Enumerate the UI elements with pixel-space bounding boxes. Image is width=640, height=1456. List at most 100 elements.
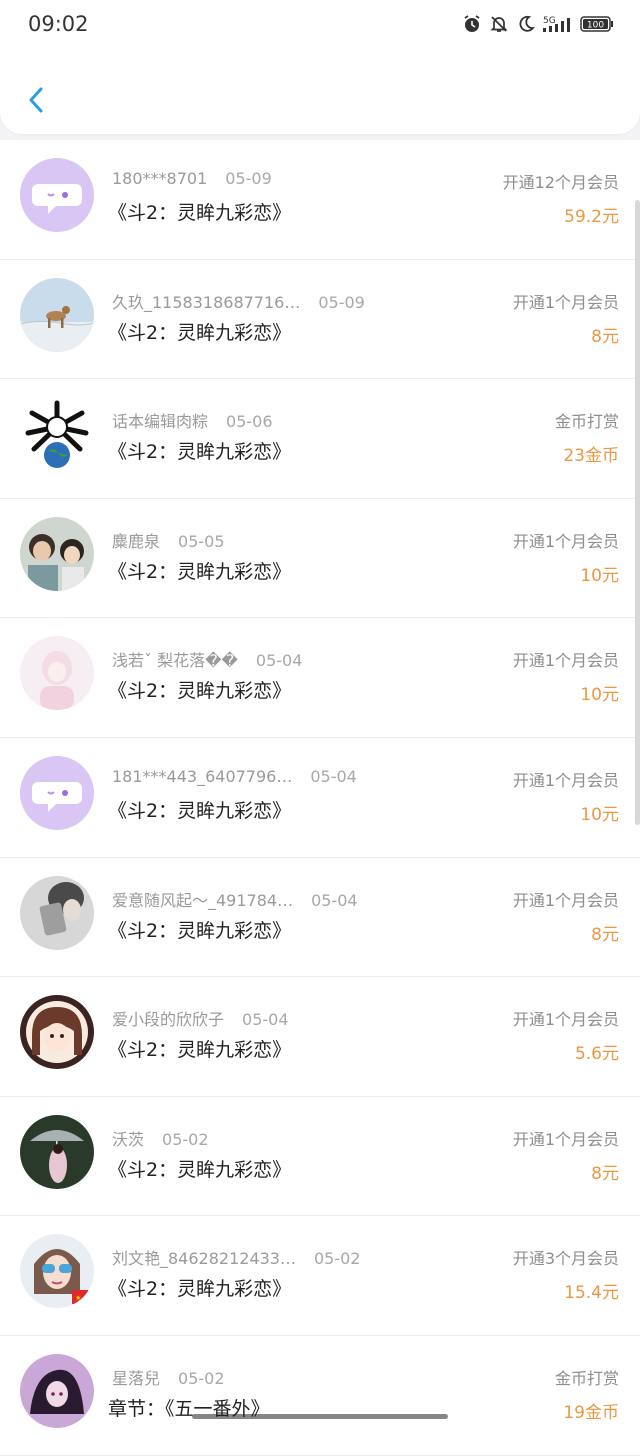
record-amount: 8元 xyxy=(591,924,619,945)
book-title: 《斗2：灵眸九彩恋》 xyxy=(108,1158,292,1181)
record-date: 05-09 xyxy=(225,169,272,188)
username: 180***8701 xyxy=(112,169,208,188)
username: 刘文艳_84628212433… xyxy=(112,1249,296,1269)
record-amount: 15.4元 xyxy=(564,1283,619,1304)
default-chat-avatar-icon xyxy=(20,755,94,830)
list-item[interactable]: 浅若ˇ 梨花落�� 05-04 《斗2：灵眸九彩恋》 开通1个月会员 10元 xyxy=(0,618,640,738)
record-date: 05-02 xyxy=(313,1249,361,1269)
record-action: 开通1个月会员 xyxy=(512,1129,619,1149)
record-action: 开通1个月会员 xyxy=(512,1010,619,1030)
record-amount: 5.6元 xyxy=(574,1044,619,1065)
username: 麋鹿泉 xyxy=(112,531,161,551)
record-date: 05-05 xyxy=(178,531,225,551)
book-title: 《斗2：灵眸九彩恋》 xyxy=(108,1278,292,1301)
username: 爱意随风起～_491784… xyxy=(112,890,294,910)
list-item[interactable]: 麋鹿泉 05-05 《斗2：灵眸九彩恋》 开通1个月会员 10元 xyxy=(0,498,640,619)
username: 爱小段的欣欣子 xyxy=(112,1010,225,1030)
username: 沃茨 xyxy=(112,1129,145,1149)
book-title: 《斗2：灵眸九彩恋》 xyxy=(108,919,292,942)
alarm-icon xyxy=(462,14,482,38)
record-amount: 23金币 xyxy=(563,446,619,467)
signal-5g-icon: 5G xyxy=(543,14,573,38)
record-action: 开通1个月会员 xyxy=(512,890,619,910)
back-button[interactable] xyxy=(18,80,58,120)
record-action: 开通12个月会员 xyxy=(502,173,619,192)
avatar[interactable] xyxy=(20,158,94,232)
list-item[interactable]: 星落兒 05-02 章节：《五一番外》 金币打赏 19金币 xyxy=(0,1335,640,1456)
home-indicator[interactable] xyxy=(192,1414,448,1419)
dark-anime-avatar-icon xyxy=(20,1353,94,1428)
scrollbar[interactable] xyxy=(635,200,640,825)
record-action: 开通3个月会员 xyxy=(512,1249,619,1269)
record-action: 开通1个月会员 xyxy=(512,651,619,671)
avatar[interactable] xyxy=(20,755,94,830)
dog-photo-avatar-icon xyxy=(20,277,94,352)
svg-text:100: 100 xyxy=(587,21,604,31)
anime-girl-avatar-icon xyxy=(20,995,94,1070)
default-chat-avatar-icon xyxy=(20,158,94,232)
record-date: 05-04 xyxy=(310,766,357,786)
svg-text:★: ★ xyxy=(75,1294,81,1302)
list-item[interactable]: 沃茨 05-02 《斗2：灵眸九彩恋》 开通1个月会员 8元 xyxy=(0,1096,640,1217)
username: 浅若ˇ 梨花落�� xyxy=(112,651,238,671)
status-icons: 5G 100 xyxy=(462,14,614,38)
list-item[interactable]: 爱小段的欣欣子 05-04 《斗2：灵眸九彩恋》 开通1个月会员 5.6元 xyxy=(0,977,640,1097)
record-date: 05-02 xyxy=(162,1129,209,1149)
list-item[interactable]: 181***443_6407796… 05-04 《斗2：灵眸九彩恋》 开通1个月… xyxy=(0,737,640,858)
record-action: 金币打赏 xyxy=(554,412,619,432)
book-title: 《斗2：灵眸九彩恋》 xyxy=(108,1039,292,1062)
list-item[interactable]: 180***8701 05-09 《斗2：灵眸九彩恋》 开通12个月会员 59.2… xyxy=(0,140,640,260)
record-amount: 10元 xyxy=(580,565,619,586)
record-amount: 8元 xyxy=(591,1163,619,1184)
book-title: 《斗2：灵眸九彩恋》 xyxy=(108,321,292,344)
record-amount: 10元 xyxy=(580,685,619,706)
record-action: 金币打赏 xyxy=(554,1368,619,1388)
record-amount: 10元 xyxy=(580,804,619,825)
chevron-left-icon xyxy=(29,87,43,113)
record-date: 05-09 xyxy=(318,292,365,312)
avatar[interactable] xyxy=(20,397,94,472)
record-action: 开通1个月会员 xyxy=(512,770,619,790)
umbrella-photo-avatar-icon xyxy=(20,1114,94,1189)
svg-text:5G: 5G xyxy=(543,16,556,26)
pink-girl-avatar-icon xyxy=(20,636,94,711)
moon-icon xyxy=(516,14,536,38)
battery-icon: 100 xyxy=(580,14,614,38)
record-date: 05-04 xyxy=(242,1010,289,1030)
list-item[interactable]: 久玖_1158318687716… 05-09 《斗2：灵眸九彩恋》 开通1个月会… xyxy=(0,259,640,380)
record-list: 180***8701 05-09 《斗2：灵眸九彩恋》 开通12个月会员 59.2… xyxy=(0,140,640,1456)
book-title: 《斗2：灵眸九彩恋》 xyxy=(108,441,292,464)
list-item[interactable]: 话本编辑肉粽 05-06 《斗2：灵眸九彩恋》 金币打赏 23金币 xyxy=(0,379,640,499)
bones-earth-avatar-icon xyxy=(20,397,94,472)
avatar[interactable]: ★ xyxy=(20,1234,94,1309)
boys-photo-avatar-icon xyxy=(20,516,94,591)
username: 181***443_6407796… xyxy=(112,766,293,786)
record-date: 05-02 xyxy=(178,1368,225,1388)
record-amount: 59.2元 xyxy=(564,207,619,227)
avatar[interactable] xyxy=(20,277,94,352)
record-action: 开通1个月会员 xyxy=(512,531,619,551)
list-item[interactable]: 爱意随风起～_491784… 05-04 《斗2：灵眸九彩恋》 开通1个月会员 8… xyxy=(0,857,640,978)
record-date: 05-04 xyxy=(311,890,358,910)
record-date: 05-04 xyxy=(255,651,303,671)
username: 星落兒 xyxy=(112,1368,161,1388)
book-title: 《斗2：灵眸九彩恋》 xyxy=(108,799,292,822)
book-title: 《斗2：灵眸九彩恋》 xyxy=(108,560,292,583)
avatar[interactable] xyxy=(20,875,94,950)
record-amount: 8元 xyxy=(591,326,619,347)
book-title: 《斗2：灵眸九彩恋》 xyxy=(108,202,292,224)
avatar[interactable] xyxy=(20,1353,94,1428)
record-action: 开通1个月会员 xyxy=(512,292,619,312)
avatar[interactable] xyxy=(20,1114,94,1189)
avatar[interactable] xyxy=(20,516,94,591)
sunglasses-avatar-icon: ★ xyxy=(20,1234,94,1309)
username: 久玖_1158318687716… xyxy=(112,292,301,312)
record-amount: 19金币 xyxy=(563,1402,619,1423)
avatar[interactable] xyxy=(20,995,94,1070)
username: 话本编辑肉粽 xyxy=(112,412,209,432)
header-card: 09:02 5G 100 xyxy=(0,0,640,134)
status-time: 09:02 xyxy=(28,12,89,36)
avatar[interactable] xyxy=(20,636,94,711)
list-item[interactable]: ★ 刘文艳_84628212433… 05-02 《斗2：灵眸九彩恋》 开通3个月… xyxy=(0,1216,640,1336)
bell-off-icon xyxy=(489,14,509,38)
